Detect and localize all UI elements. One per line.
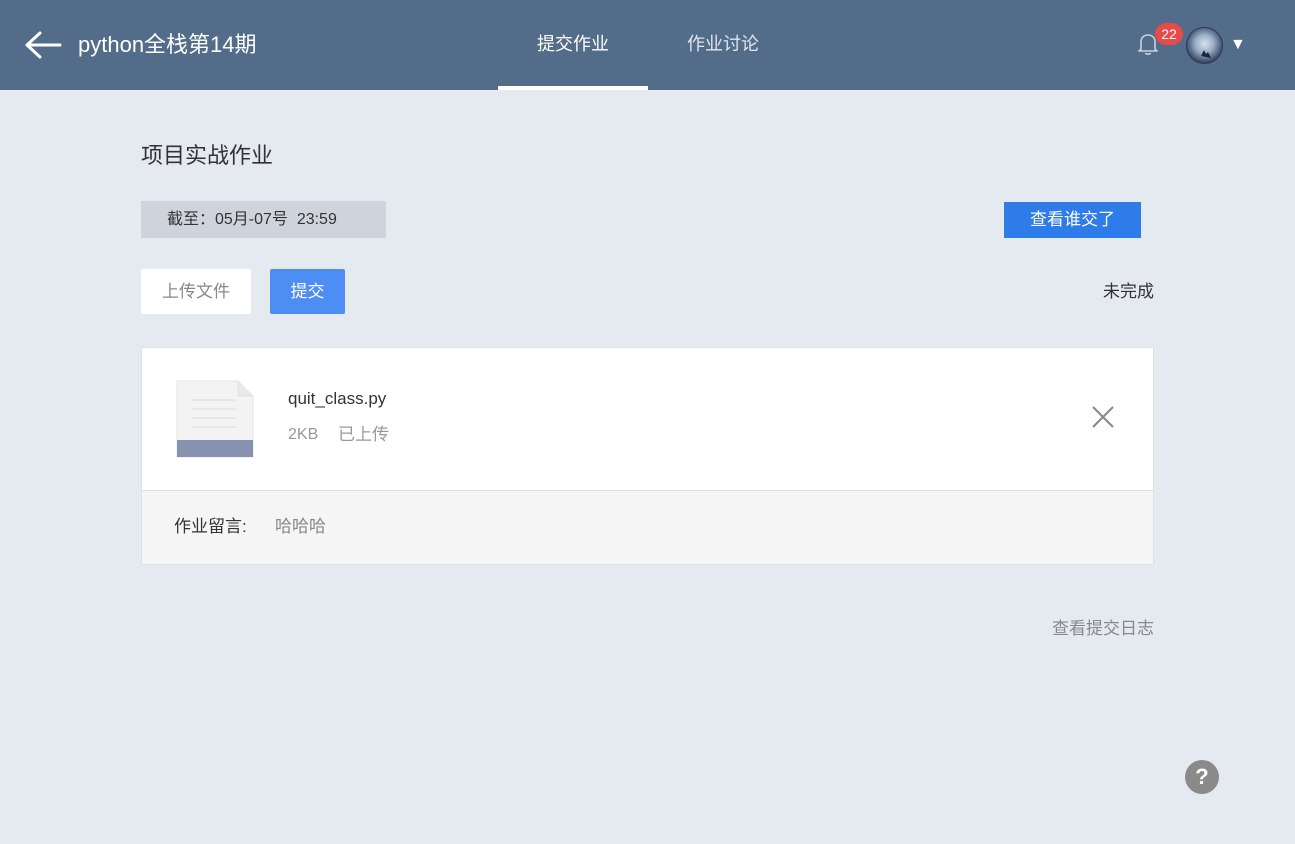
deadline-label: 截至：05月-07号 23:59 xyxy=(141,201,386,238)
arrow-left-icon[interactable] xyxy=(24,30,62,60)
course-title: python全栈第14期 xyxy=(78,32,257,57)
note-label: 作业留言: xyxy=(174,517,247,536)
file-name: quit_class.py xyxy=(288,389,387,408)
help-icon[interactable]: ? xyxy=(1185,760,1219,794)
upload-file-button[interactable]: 上传文件 xyxy=(141,269,251,314)
note-value: 哈哈哈 xyxy=(275,517,326,536)
close-icon[interactable] xyxy=(1089,403,1117,431)
tab-submit-homework[interactable]: 提交作业 xyxy=(498,0,648,90)
top-bar: python全栈第14期 提交作业 作业讨论 22 ▼ xyxy=(0,0,1295,90)
notification-badge[interactable]: 22 xyxy=(1155,23,1183,45)
document-icon xyxy=(176,380,254,458)
avatar[interactable] xyxy=(1186,27,1223,64)
file-size: 2KB xyxy=(288,426,319,443)
status-text: 未完成 xyxy=(1103,282,1154,301)
file-card: quit_class.py 2KB 已上传 作业留言: 哈哈哈 xyxy=(141,347,1154,565)
view-submission-log-link[interactable]: 查看提交日志 xyxy=(1030,618,1154,640)
submit-button[interactable]: 提交 xyxy=(270,269,345,314)
chevron-down-icon[interactable]: ▼ xyxy=(1230,36,1246,54)
homework-note-row: 作业留言: 哈哈哈 xyxy=(142,490,1153,564)
view-submitters-button[interactable]: 查看谁交了 xyxy=(1004,202,1141,238)
tab-homework-discussion[interactable]: 作业讨论 xyxy=(648,0,798,90)
assignment-title: 项目实战作业 xyxy=(141,143,274,168)
upload-state: 已上传 xyxy=(338,425,389,444)
